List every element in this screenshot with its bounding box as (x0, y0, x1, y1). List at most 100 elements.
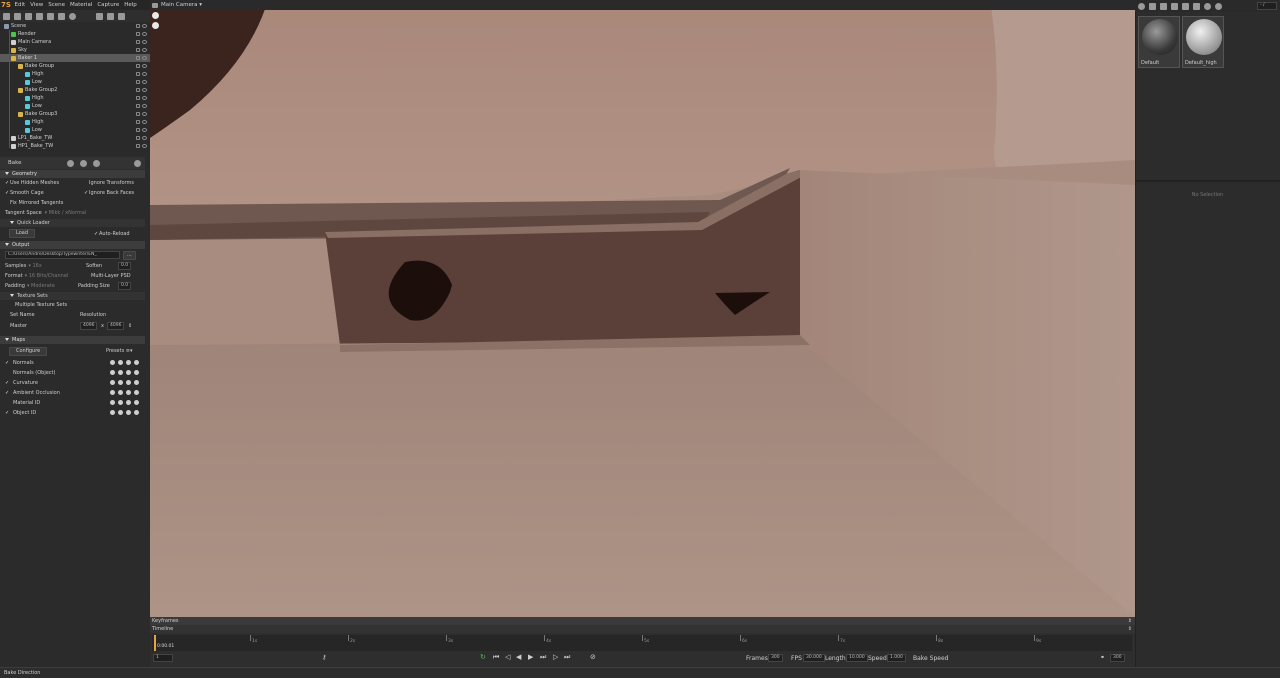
padding-size-field[interactable]: 0.0 (118, 282, 132, 290)
load-icon[interactable] (79, 159, 87, 167)
outliner-row[interactable]: Bake Group (0, 62, 150, 70)
panel-divider[interactable] (1135, 180, 1280, 182)
outliner-row[interactable]: Low (0, 78, 150, 86)
step-forward-icon[interactable]: ▷ (553, 653, 558, 661)
menu-material[interactable]: Material (68, 0, 95, 10)
eye-icon[interactable] (142, 104, 147, 108)
loop-icon[interactable]: ↻ (480, 653, 486, 661)
eye-icon[interactable] (142, 64, 147, 68)
lock-icon[interactable] (136, 136, 140, 140)
outliner-row[interactable]: Low (0, 102, 150, 110)
multilayer-checkbox[interactable]: Multi-Layer PSD (86, 271, 131, 281)
eye-icon[interactable] (142, 48, 147, 52)
outliner-row[interactable]: Bake Group2 (0, 86, 150, 94)
paint-icon[interactable] (134, 410, 139, 415)
width-field[interactable]: 4096 (80, 322, 98, 330)
search-icon[interactable] (126, 370, 131, 375)
lock-icon[interactable] (136, 88, 140, 92)
copy-icon[interactable] (107, 12, 114, 20)
paint-icon[interactable] (134, 370, 139, 375)
play-back-icon[interactable]: ◀ (516, 653, 521, 661)
duplicate-icon[interactable] (47, 12, 54, 20)
image-icon[interactable] (36, 12, 43, 20)
frame-field[interactable]: 1 (153, 654, 173, 662)
section-maps[interactable]: Maps (0, 336, 145, 344)
section-geometry[interactable]: Geometry (0, 170, 145, 178)
speed-field[interactable]: 1.000 (887, 654, 906, 662)
material-default[interactable]: Default (1138, 16, 1180, 68)
lock-icon[interactable] (136, 128, 140, 132)
light-icon[interactable] (14, 12, 21, 20)
ignore-transforms-checkbox[interactable]: Ignore Transforms (84, 178, 134, 188)
frames-field[interactable]: 300 (768, 654, 783, 662)
settings-icon[interactable] (110, 380, 115, 385)
paint-icon[interactable] (134, 380, 139, 385)
settings-icon[interactable] (110, 400, 115, 405)
cube-icon[interactable] (3, 12, 10, 20)
search-icon[interactable] (126, 400, 131, 405)
outliner-row[interactable]: Sky (0, 46, 150, 54)
search-icon[interactable] (126, 410, 131, 415)
collapse-icon[interactable]: ⇕ (1128, 625, 1132, 633)
camera-select[interactable]: Main Camera ▾ (161, 2, 202, 8)
outliner-row[interactable]: Baker 1 (0, 54, 150, 62)
lock-icon[interactable] (136, 104, 140, 108)
menu-help[interactable]: Help (122, 0, 140, 10)
fps-field[interactable]: 30.000 (803, 654, 825, 662)
merge-icon[interactable] (1160, 2, 1167, 10)
format-dropdown[interactable]: ▾ 16 Bits/Channel (25, 271, 69, 281)
outliner-row[interactable]: High (0, 70, 150, 78)
timeline-ruler[interactable]: 0:00.01 1s 2s 3s 4s 5s 6s 7s 8s 9s (152, 635, 1132, 651)
bake-speed-label[interactable]: Bake Speed (913, 655, 948, 662)
viewport-3d[interactable] (150, 0, 1135, 617)
eye-icon[interactable] (142, 96, 147, 100)
link-icon[interactable]: ⚭ (1100, 654, 1105, 661)
pin-icon[interactable] (152, 22, 159, 29)
settings-icon[interactable] (110, 390, 115, 395)
sphere-icon[interactable] (69, 12, 76, 20)
map-checkbox[interactable]: ✓ (5, 358, 10, 368)
lock-icon[interactable] (136, 144, 140, 148)
samples-dropdown[interactable]: ▾ 16x (28, 261, 41, 271)
lock-icon[interactable] (136, 80, 140, 84)
edit-icon[interactable] (118, 390, 123, 395)
lock-icon[interactable] (136, 96, 140, 100)
paint-icon[interactable] (134, 390, 139, 395)
clear-icon[interactable] (1215, 2, 1222, 10)
eye-icon[interactable] (142, 112, 147, 116)
settings-icon[interactable] (110, 360, 115, 365)
refresh-icon[interactable] (92, 159, 100, 167)
map-checkbox[interactable]: ✓ (5, 408, 10, 418)
delete-icon[interactable] (118, 12, 125, 20)
map-checkbox[interactable]: ✓ (5, 388, 10, 398)
eye-icon[interactable] (142, 56, 147, 60)
outliner-row[interactable]: LP1_Bake_TW (0, 134, 150, 142)
camera-icon[interactable] (25, 12, 32, 20)
paint-icon[interactable] (134, 360, 139, 365)
eye-icon[interactable] (142, 72, 147, 76)
material-default-high[interactable]: Default_high (1182, 16, 1224, 68)
eye-icon[interactable] (142, 80, 147, 84)
soften-field[interactable]: 0.0 (118, 262, 132, 270)
ignore-back-faces-checkbox[interactable]: ✓Ignore Back Faces (84, 188, 134, 198)
lock-icon[interactable] (136, 24, 140, 28)
edit-icon[interactable] (118, 400, 123, 405)
eye-icon[interactable] (142, 136, 147, 140)
add-material-icon[interactable] (1138, 2, 1145, 10)
lock-icon[interactable] (136, 120, 140, 124)
eye-icon[interactable] (142, 120, 147, 124)
row-multiple-texture-sets[interactable]: Multiple Texture Sets (0, 300, 145, 310)
section-output[interactable]: Output (0, 241, 145, 249)
edit-icon[interactable] (118, 370, 123, 375)
record-icon[interactable]: ⊘ (590, 653, 596, 661)
resolution-stepper-icon[interactable]: ⇕ (128, 321, 132, 331)
key-icon[interactable]: ⚷ (322, 654, 326, 661)
skip-start-icon[interactable]: ⏮ (493, 653, 499, 662)
lock-icon[interactable] (136, 72, 140, 76)
menu-capture[interactable]: Capture (95, 0, 122, 10)
lock-icon[interactable] (136, 56, 140, 60)
group-icon[interactable] (58, 12, 65, 20)
outliner-row[interactable]: High (0, 94, 150, 102)
duplicate-icon[interactable] (1149, 2, 1156, 10)
search-icon[interactable] (126, 390, 131, 395)
